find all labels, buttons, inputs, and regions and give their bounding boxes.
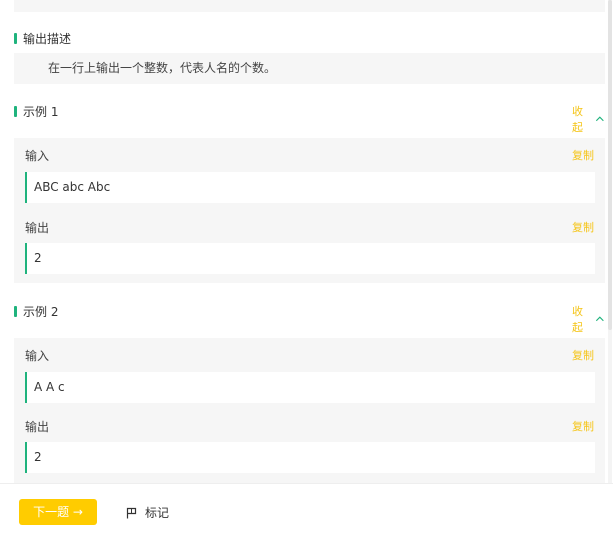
example-1-box: 输入 复制 ABC abc Abc 输出 复制 2 [14,138,605,283]
scrollbar-thumb[interactable] [608,0,612,330]
flag-icon [126,507,137,518]
chevron-up-icon [596,316,605,322]
example-1-input-copy-button[interactable]: 复制 [572,147,594,163]
previous-description-box: 入一行字符串，代表一行中的有效字符串后面跟着的整数 [14,0,605,12]
example-1-output-value: 2 [25,243,595,274]
example-1-output-copy-button[interactable]: 复制 [572,219,594,235]
example-2-output-label: 输出 [25,420,50,434]
example-2-input-copy-button[interactable]: 复制 [572,347,594,363]
problem-content: 入一行字符串，代表一行中的有效字符串后面跟着的整数 输出描述 在一行上输出一个整… [0,0,605,483]
section-accent-bar [14,105,17,117]
output-description-box: 在一行上输出一个整数，代表人名的个数。 [14,53,605,84]
chevron-up-icon [596,116,605,122]
collapse-label: 收起 [572,105,583,134]
example-2-title: 示例 2 [23,304,59,319]
output-description-title: 输出描述 [23,31,72,46]
mark-button[interactable]: 标记 [126,504,169,521]
example-1-input-label: 输入 [25,149,50,163]
output-description-text: 在一行上输出一个整数，代表人名的个数。 [48,61,277,75]
previous-description-text: 入一行字符串，代表一行中的有效字符串后面跟着的整数 [48,0,349,8]
next-question-button[interactable]: 下一题 → [19,499,97,525]
example-2-collapse-toggle[interactable]: 收起 [572,303,605,335]
example-2-box: 输入 复制 A A c 输出 复制 2 [14,338,605,483]
section-accent-bar [14,305,17,317]
example-2-heading: 示例 2 [14,303,58,319]
example-1-heading: 示例 1 [14,103,58,119]
example-2-input-label: 输入 [25,349,50,363]
example-2-output-value: 2 [25,442,595,473]
example-2-output-copy-button[interactable]: 复制 [572,418,594,434]
example-1-output-label: 输出 [25,221,50,235]
collapse-label: 收起 [572,305,583,334]
output-description-heading: 输出描述 [14,30,71,46]
footer-bar: 下一题 → 标记 [0,483,613,533]
example-1-collapse-toggle[interactable]: 收起 [572,103,605,135]
example-2-input-value: A A c [25,372,595,403]
mark-label: 标记 [145,506,170,520]
section-accent-bar [14,32,17,44]
example-1-title: 示例 1 [23,104,59,119]
example-1-input-value: ABC abc Abc [25,172,595,203]
